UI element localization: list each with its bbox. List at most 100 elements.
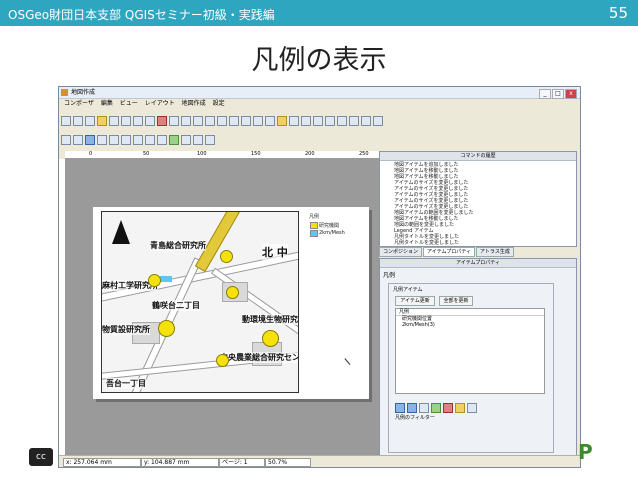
atlas-next-icon[interactable]	[361, 116, 371, 126]
open-folder-icon[interactable]	[97, 116, 107, 126]
feature-filter-checkbox[interactable]: 凡例のフィルター	[395, 414, 435, 421]
atlas-prev-icon[interactable]	[349, 116, 359, 126]
legend-entry: 2km/Mesh	[309, 230, 367, 237]
status-bar: x: 257.064 mm y: 104.887 mm ページ: 1 50.7%	[59, 455, 580, 467]
move-up-icon[interactable]	[407, 403, 417, 413]
zoom-in-icon[interactable]	[205, 116, 215, 126]
zoom-actual-icon[interactable]	[241, 116, 251, 126]
minimize-button[interactable]: _	[539, 89, 551, 99]
print-page[interactable]: 青島総合研究所 北 中 麻村工学研究所 鶴咲台二丁目 物質設研究所 動環境生物研…	[93, 207, 369, 399]
ungroup-icon[interactable]	[301, 116, 311, 126]
app-icon	[61, 89, 68, 96]
maximize-button[interactable]: □	[552, 89, 564, 99]
menu-view[interactable]: ビュー	[120, 100, 138, 107]
group-icon[interactable]	[289, 116, 299, 126]
zoom-out-icon[interactable]	[217, 116, 227, 126]
ruler-tick: 0	[89, 151, 93, 157]
update-all-button[interactable]: 全部を更新	[439, 296, 473, 306]
props-header: アイテムプロパティ	[380, 259, 576, 268]
update-item-button[interactable]: アイテム更新	[395, 296, 435, 306]
close-button[interactable]: x	[565, 89, 577, 99]
undo-icon[interactable]	[169, 116, 179, 126]
window-title-bar[interactable]: 地図作成 _ □ x	[59, 87, 580, 99]
lock-icon[interactable]	[265, 116, 275, 126]
raise-icon[interactable]	[313, 116, 323, 126]
print-icon[interactable]	[121, 116, 131, 126]
select-icon[interactable]	[85, 135, 95, 145]
north-arrow-icon	[112, 220, 130, 244]
redo-icon[interactable]	[181, 116, 191, 126]
ruler-tick: 250	[359, 151, 369, 157]
legend-swatch	[310, 230, 318, 237]
atlas-first-icon[interactable]	[337, 116, 347, 126]
refresh-icon[interactable]	[253, 116, 263, 126]
tab-atlas[interactable]: アトラス生成	[475, 247, 514, 257]
legend-item[interactable]: 凡例 研究機関 2km/Mesh	[309, 213, 367, 237]
duplicate-composer-icon[interactable]	[85, 116, 95, 126]
add-scalebar-icon[interactable]	[157, 135, 167, 145]
move-item-icon[interactable]	[97, 135, 107, 145]
map-water	[160, 276, 172, 282]
legend-title: 凡例	[309, 214, 320, 220]
align-left-icon[interactable]	[325, 116, 335, 126]
export-image-icon[interactable]	[133, 116, 143, 126]
add-image-icon[interactable]	[121, 135, 131, 145]
add-item-icon[interactable]	[431, 403, 441, 413]
move-content-icon[interactable]	[73, 135, 83, 145]
add-label-icon[interactable]	[133, 135, 143, 145]
ruler-tick: 50	[143, 151, 150, 157]
export-pdf-icon[interactable]	[157, 116, 167, 126]
move-down-icon[interactable]	[395, 403, 405, 413]
add-group-icon[interactable]	[419, 403, 429, 413]
add-legend-icon[interactable]	[145, 135, 155, 145]
map-point	[158, 320, 175, 337]
pan-icon[interactable]	[61, 135, 71, 145]
pan-composer-icon[interactable]	[193, 116, 203, 126]
add-html-icon[interactable]	[205, 135, 215, 145]
legend-tree-root[interactable]: 凡例	[396, 309, 544, 316]
map-point	[216, 354, 229, 367]
sum-icon[interactable]	[467, 403, 477, 413]
slide-title: 凡例の表示	[251, 45, 387, 76]
zoom-select[interactable]: 50.7%	[265, 458, 311, 467]
tab-composition[interactable]: コンポジション	[379, 247, 423, 257]
composer-manager-icon[interactable]	[109, 116, 119, 126]
new-composer-icon[interactable]	[73, 116, 83, 126]
map-label: 青島総合研究所	[150, 240, 206, 251]
atlas-last-icon[interactable]	[373, 116, 383, 126]
status-page: ページ: 1	[219, 458, 265, 467]
slide-header-text: OSGeo財団日本支部 QGISセミナー初級・実践編	[8, 8, 275, 22]
window-title: 地図作成	[71, 89, 96, 96]
map-item[interactable]: 青島総合研究所 北 中 麻村工学研究所 鶴咲台二丁目 物質設研究所 動環境生物研…	[101, 211, 299, 393]
vertical-ruler	[59, 159, 66, 459]
unlock-icon[interactable]	[277, 116, 287, 126]
legend-items-group-title[interactable]: 凡例アイテム	[393, 286, 423, 293]
menu-settings[interactable]: 設定	[213, 100, 225, 107]
slide-header-bar: OSGeo財団日本支部 QGISセミナー初級・実践編 55	[0, 0, 638, 26]
add-table-icon[interactable]	[193, 135, 203, 145]
license-badge: cc	[29, 448, 53, 466]
command-history-list[interactable]: 地図アイテムを追加しました 地図アイテムを移動しました 地図アイテムを移動しましたア…	[394, 162, 474, 246]
map-point	[226, 286, 239, 299]
menu-composer[interactable]: コンポーザ	[64, 100, 94, 107]
legend-tree-row[interactable]: 2km/Mesh(3)	[396, 322, 544, 328]
status-x: x: 257.064 mm	[63, 458, 141, 467]
remove-item-icon[interactable]	[443, 403, 453, 413]
add-map-icon[interactable]	[109, 135, 119, 145]
tab-item-properties[interactable]: アイテムプロパティ	[423, 247, 475, 257]
qgis-logo: P	[578, 440, 593, 464]
add-shape-icon[interactable]	[169, 135, 179, 145]
add-arrow-icon[interactable]	[181, 135, 191, 145]
composer-canvas[interactable]: 青島総合研究所 北 中 麻村工学研究所 鶴咲台二丁目 物質設研究所 動環境生物研…	[66, 159, 379, 459]
menu-edit[interactable]: 編集	[101, 100, 113, 107]
export-svg-icon[interactable]	[145, 116, 155, 126]
zoom-full-icon[interactable]	[229, 116, 239, 126]
map-label: 鶴咲台二丁目	[152, 300, 200, 311]
map-label: 北 中	[262, 244, 288, 260]
slide-page-number: 55	[608, 4, 628, 22]
save-icon[interactable]	[61, 116, 71, 126]
legend-tree[interactable]: 凡例 研究機関位置 2km/Mesh(3)	[395, 308, 545, 394]
edit-item-icon[interactable]	[455, 403, 465, 413]
menu-layout[interactable]: レイアウト	[145, 100, 175, 107]
menu-atlas[interactable]: 地図作成	[182, 100, 206, 107]
